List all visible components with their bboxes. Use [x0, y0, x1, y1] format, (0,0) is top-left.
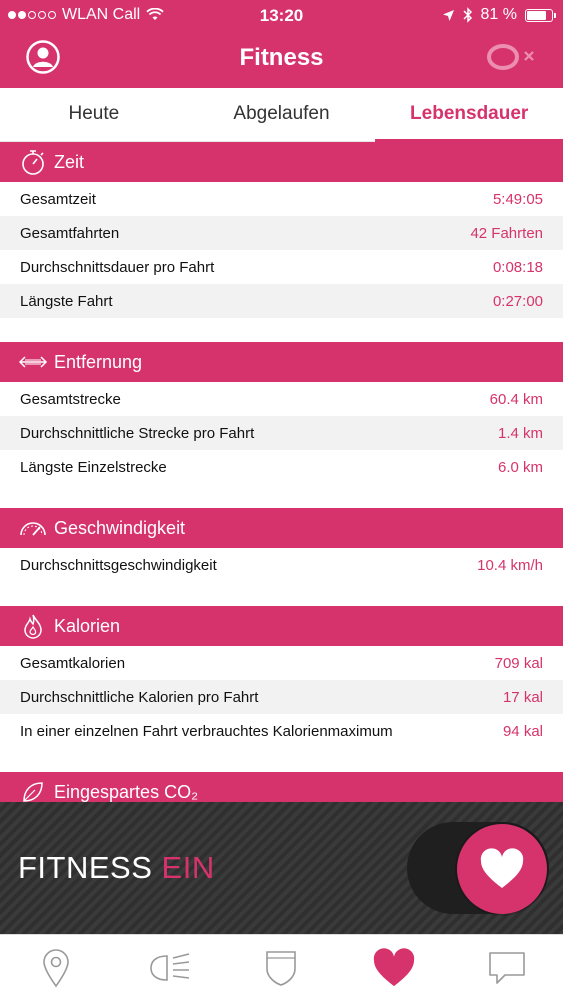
- section-title: Geschwindigkeit: [54, 517, 186, 538]
- stat-row: Durchschnittsdauer pro Fahrt 0:08:18: [0, 250, 563, 284]
- tab-heute[interactable]: Heute: [0, 88, 188, 141]
- stat-label: Längste Einzelstrecke: [20, 458, 167, 476]
- section-header-entfernung: Entfernung: [0, 342, 563, 382]
- section-zeit: Zeit Gesamtzeit 5:49:05 Gesamtfahrten 42 F…: [0, 142, 563, 318]
- page-title: Fitness: [239, 44, 324, 71]
- flame-icon: [18, 613, 48, 639]
- stat-value: 0:08:18: [492, 258, 543, 276]
- stat-value: 709 kal: [494, 654, 543, 672]
- fitness-state: EIN: [161, 850, 215, 885]
- stat-value: 1.4 km: [497, 424, 543, 442]
- rows-entfernung: Gesamtstrecke 60.4 km Durchschnittliche S…: [0, 382, 563, 484]
- double-arrow-icon: [18, 349, 48, 375]
- stat-value: 10.4 km/h: [477, 556, 543, 574]
- fitness-label: FITNESS: [18, 850, 153, 885]
- stat-value: 17 kal: [502, 688, 543, 706]
- rows-kalorien: Gesamtkalorien 709 kal Durchschnittliche …: [0, 646, 563, 748]
- stat-label: Durchschnittsdauer pro Fahrt: [20, 258, 215, 276]
- map-pin-icon: [43, 948, 70, 987]
- section-header-zeit: Zeit: [0, 142, 563, 182]
- tab-map[interactable]: [0, 935, 113, 1000]
- navigation-bar: Fitness: [0, 30, 563, 88]
- bottom-tab-bar: [0, 934, 563, 1000]
- segment-tabs: Heute Abgelaufen Lebensdauer: [0, 88, 563, 142]
- speedometer-icon: [18, 515, 48, 541]
- section-title: Zeit: [54, 151, 85, 172]
- fitness-mode-label: FITNESS EIN: [18, 850, 215, 886]
- section-geschwindigkeit: Geschwindigkeit Durchschnittsgeschwindig…: [0, 508, 563, 582]
- stat-row: Gesamtstrecke 60.4 km: [0, 382, 563, 416]
- stat-label: Gesamtzeit: [20, 190, 96, 208]
- stat-label: Gesamtkalorien: [20, 654, 126, 672]
- headlight-icon: [150, 952, 190, 981]
- stat-label: Durchschnittsgeschwindigkeit: [20, 556, 217, 574]
- section-header-co2: Eingespartes CO₂: [0, 772, 563, 802]
- section-title: Entfernung: [54, 351, 143, 372]
- stat-value: 6.0 km: [497, 458, 543, 476]
- section-header-kalorien: Kalorien: [0, 606, 563, 646]
- stat-value: 42 Fahrten: [470, 224, 543, 242]
- stat-row: Gesamtfahrten 42 Fahrten: [0, 216, 563, 250]
- tab-light[interactable]: [113, 935, 226, 1000]
- stat-value: 60.4 km: [489, 390, 543, 408]
- location-arrow-icon: [442, 9, 454, 21]
- stat-row: Gesamtkalorien 709 kal: [0, 646, 563, 680]
- stat-value: 5:49:05: [492, 190, 543, 208]
- stat-label: In einer einzelnen Fahrt verbrauchtes Ka…: [20, 722, 393, 740]
- status-right: 81 %: [442, 6, 556, 24]
- stat-row: Durchschnittsgeschwindigkeit 10.4 km/h: [0, 548, 563, 582]
- section-co2: Eingespartes CO₂: [0, 772, 563, 802]
- stats-list[interactable]: Zeit Gesamtzeit 5:49:05 Gesamtfahrten 42 F…: [0, 142, 563, 802]
- stat-row: In einer einzelnen Fahrt verbrauchtes Ka…: [0, 714, 563, 748]
- tab-shield[interactable]: [225, 935, 338, 1000]
- shield-icon: [266, 950, 297, 986]
- bluetooth-icon: [463, 7, 472, 23]
- tab-abgelaufen[interactable]: Abgelaufen: [188, 88, 376, 141]
- fitness-banner: FITNESS EIN: [0, 802, 563, 934]
- heart-icon: [373, 947, 415, 986]
- leaf-icon: [18, 779, 48, 802]
- chat-icon: [488, 951, 525, 984]
- section-header-geschwindigkeit: Geschwindigkeit: [0, 508, 563, 548]
- rows-geschwindigkeit: Durchschnittsgeschwindigkeit 10.4 km/h: [0, 548, 563, 582]
- tab-lebensdauer[interactable]: Lebensdauer: [375, 88, 563, 142]
- stat-label: Durchschnittliche Kalorien pro Fahrt: [20, 688, 259, 706]
- section-title: Eingespartes CO₂: [54, 781, 199, 802]
- device-disconnect-icon[interactable]: [485, 42, 539, 72]
- status-bar: WLAN Call 13:20 81 %: [0, 0, 563, 30]
- tab-fitness[interactable]: [338, 935, 451, 1000]
- stat-label: Gesamtfahrten: [20, 224, 120, 242]
- section-title: Kalorien: [54, 615, 121, 636]
- stat-value: 94 kal: [502, 722, 543, 740]
- stat-row: Längste Einzelstrecke 6.0 km: [0, 450, 563, 484]
- stat-row: Gesamtzeit 5:49:05: [0, 182, 563, 216]
- section-entfernung: Entfernung Gesamtstrecke 60.4 km Durchsch…: [0, 342, 563, 484]
- stat-row: Durchschnittliche Kalorien pro Fahrt 17 k…: [0, 680, 563, 714]
- stat-label: Gesamtstrecke: [20, 390, 121, 408]
- rows-zeit: Gesamtzeit 5:49:05 Gesamtfahrten 42 Fahrte…: [0, 182, 563, 318]
- tab-messages[interactable]: [450, 935, 563, 1000]
- fitness-toggle[interactable]: [457, 824, 547, 914]
- battery-percent: 81 %: [480, 6, 517, 23]
- section-kalorien: Kalorien Gesamtkalorien 709 kal Durchschn…: [0, 606, 563, 748]
- stat-value: 0:27:00: [492, 292, 543, 310]
- stat-label: Durchschnittliche Strecke pro Fahrt: [20, 424, 255, 442]
- heart-icon: [480, 848, 524, 888]
- stat-row: Längste Fahrt 0:27:00: [0, 284, 563, 318]
- stat-row: Durchschnittliche Strecke pro Fahrt 1.4 k…: [0, 416, 563, 450]
- stopwatch-icon: [18, 149, 48, 175]
- battery-icon: [525, 8, 556, 22]
- stat-label: Längste Fahrt: [20, 292, 113, 310]
